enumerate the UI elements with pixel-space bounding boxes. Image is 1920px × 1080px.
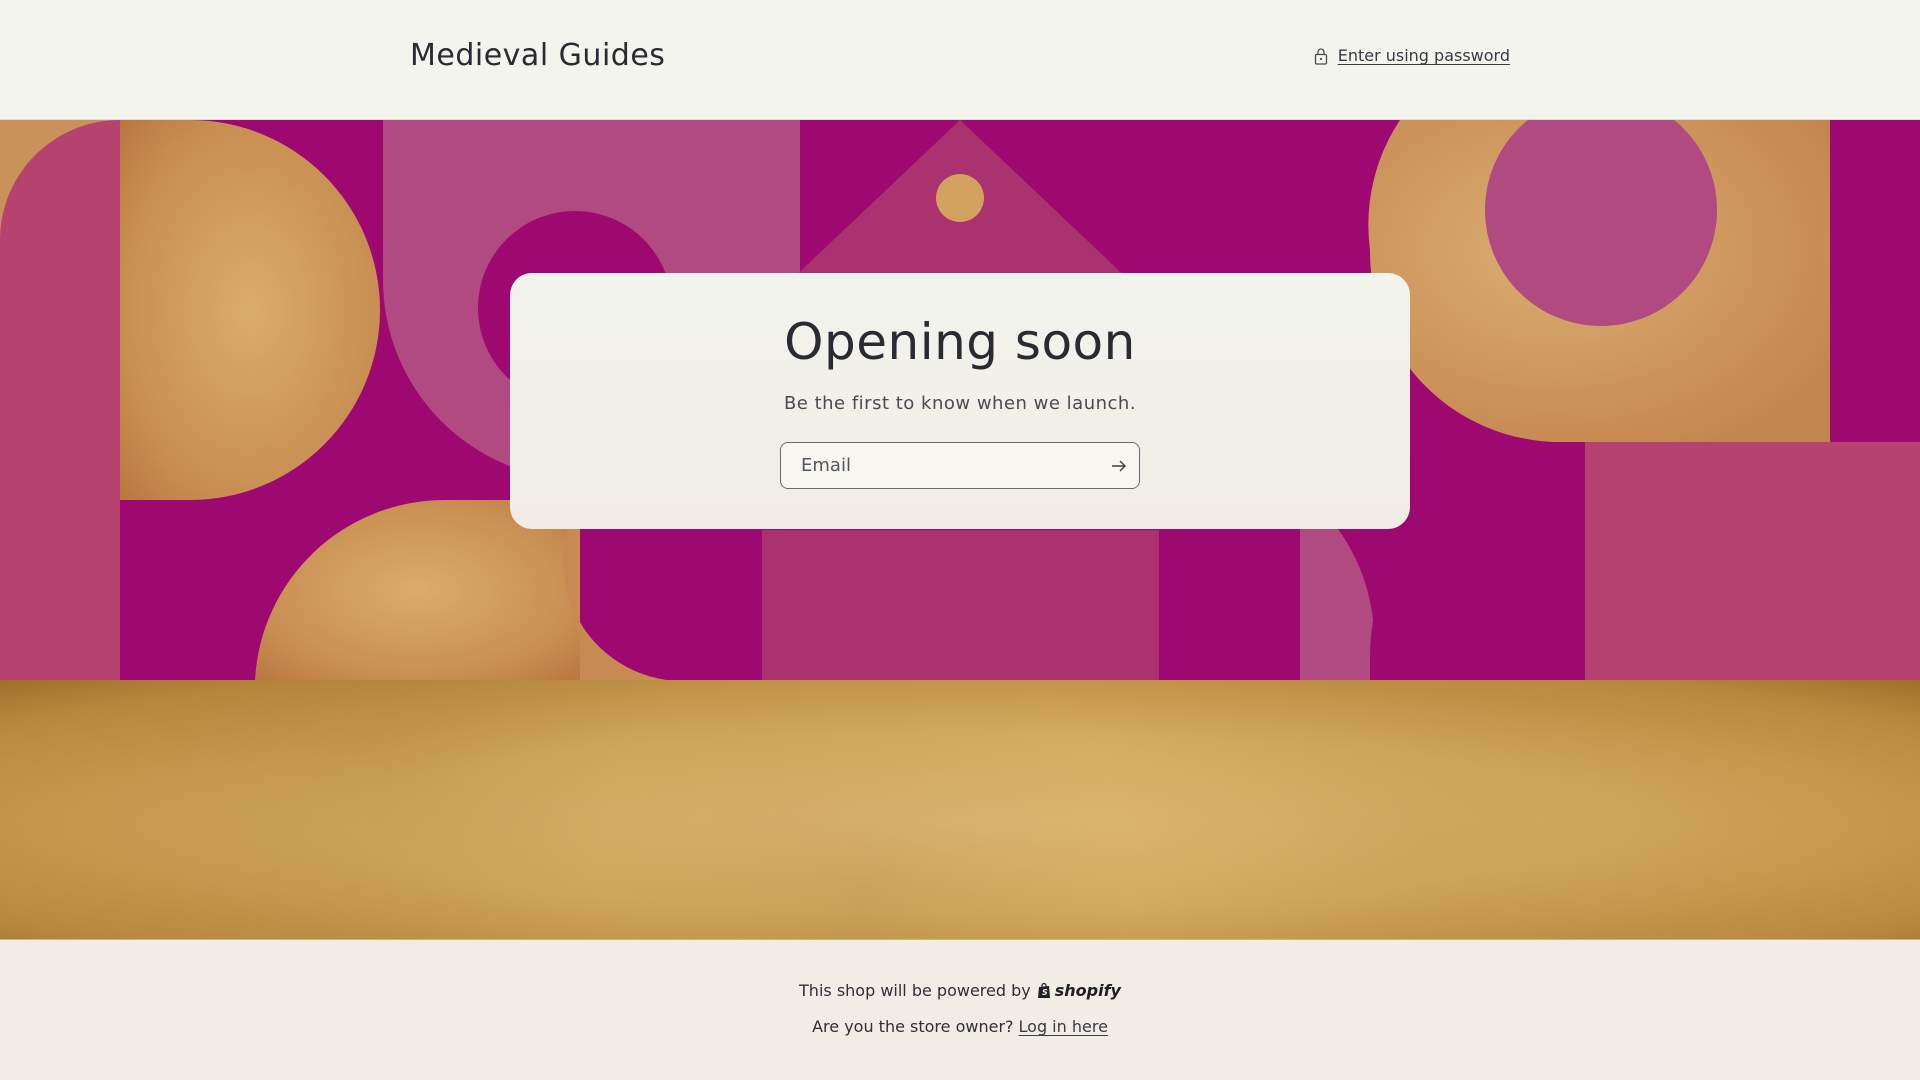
svg-text:S: S: [1042, 988, 1048, 997]
enter-password-label: Enter using password: [1337, 46, 1510, 65]
email-form: [780, 442, 1140, 489]
opening-card: Opening soon Be the first to know when w…: [510, 273, 1410, 529]
page-title: Opening soon: [784, 313, 1136, 371]
enter-password-link[interactable]: Enter using password: [1314, 46, 1510, 65]
shopify-bag-icon: S: [1037, 982, 1050, 998]
powered-text: This shop will be powered by: [799, 981, 1031, 1000]
owner-text: Are you the store owner?: [812, 1017, 1014, 1036]
lock-icon: [1314, 47, 1327, 65]
email-input[interactable]: [781, 443, 1099, 488]
parchment-band: [0, 680, 1920, 940]
header: Medieval Guides Enter using password: [0, 0, 1920, 120]
footer: This shop will be powered by S shopify A…: [0, 940, 1920, 1080]
powered-by: This shop will be powered by S shopify: [0, 981, 1920, 1000]
owner-line: Are you the store owner? Log in here: [0, 1017, 1920, 1036]
shopify-label: shopify: [1054, 981, 1121, 1000]
shopify-logo[interactable]: S shopify: [1037, 981, 1121, 1000]
store-brand[interactable]: Medieval Guides: [410, 38, 665, 73]
subscribe-button[interactable]: [1099, 443, 1139, 488]
launch-subtitle: Be the first to know when we launch.: [783, 393, 1137, 414]
login-link[interactable]: Log in here: [1019, 1017, 1108, 1036]
arrow-right-icon: [1112, 460, 1126, 471]
